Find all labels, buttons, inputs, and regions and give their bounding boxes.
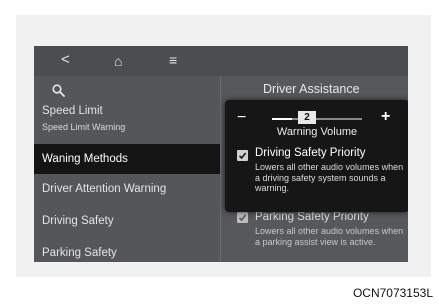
parking-safety-priority-description: Lowers all other audio volumes when a pa… bbox=[255, 226, 404, 247]
page-title: Driver Assistance bbox=[263, 82, 360, 96]
list-item-label: Driving Safety bbox=[42, 215, 114, 227]
driving-safety-priority-description: Lowers all other audio volumes when a dr… bbox=[255, 162, 404, 193]
list-item-driver-attention-warning[interactable]: Driver Attention Warning bbox=[34, 174, 220, 204]
volume-decrease-button[interactable]: − bbox=[237, 110, 246, 126]
home-icon[interactable]: ⌂ bbox=[114, 53, 122, 69]
driving-safety-priority-label: Driving Safety Priority bbox=[255, 147, 366, 159]
list-item-parking-safety[interactable]: Parking Safety bbox=[34, 238, 220, 262]
list-item-label: Parking Safety bbox=[42, 247, 117, 259]
volume-slider-fill bbox=[272, 118, 292, 120]
settings-list: Speed Limit Speed Limit Warning Waning M… bbox=[34, 76, 220, 262]
list-item-label: Speed Limit bbox=[42, 105, 103, 117]
volume-title: Warning Volume bbox=[276, 126, 358, 138]
menu-icon[interactable]: ≡ bbox=[169, 52, 177, 68]
search-icon[interactable] bbox=[52, 84, 65, 102]
list-item-speed-limit[interactable]: Speed Limit Speed Limit Warning bbox=[34, 104, 220, 138]
infotainment-screen: < ⌂ ≡ Speed Limit Speed Limit Warning Wa… bbox=[34, 46, 408, 262]
list-item-sublabel: Speed Limit Warning bbox=[42, 122, 126, 132]
parking-safety-priority-label: Parking Safety Priority bbox=[255, 211, 369, 223]
parking-safety-priority-checkbox[interactable] bbox=[237, 212, 248, 223]
volume-value: 2 bbox=[298, 111, 316, 124]
top-nav-bar: < ⌂ ≡ bbox=[34, 46, 408, 76]
checkbox-checked-icon bbox=[238, 214, 247, 222]
driving-safety-priority-checkbox[interactable] bbox=[237, 150, 248, 161]
list-item-driving-safety[interactable]: Driving Safety bbox=[34, 206, 220, 236]
checkbox-checked-icon bbox=[238, 152, 247, 160]
list-item-waning-methods[interactable]: Waning Methods bbox=[34, 144, 220, 174]
warning-volume-popup: − 2 + Warning Volume Driving Safety Prio… bbox=[225, 100, 408, 212]
volume-increase-button[interactable]: + bbox=[381, 109, 390, 125]
list-item-label: Waning Methods bbox=[42, 153, 128, 165]
figure-caption: OCN7073153L bbox=[352, 286, 433, 300]
volume-slider[interactable] bbox=[272, 118, 362, 120]
back-icon[interactable]: < bbox=[61, 52, 70, 68]
list-item-label: Driver Attention Warning bbox=[42, 183, 167, 195]
